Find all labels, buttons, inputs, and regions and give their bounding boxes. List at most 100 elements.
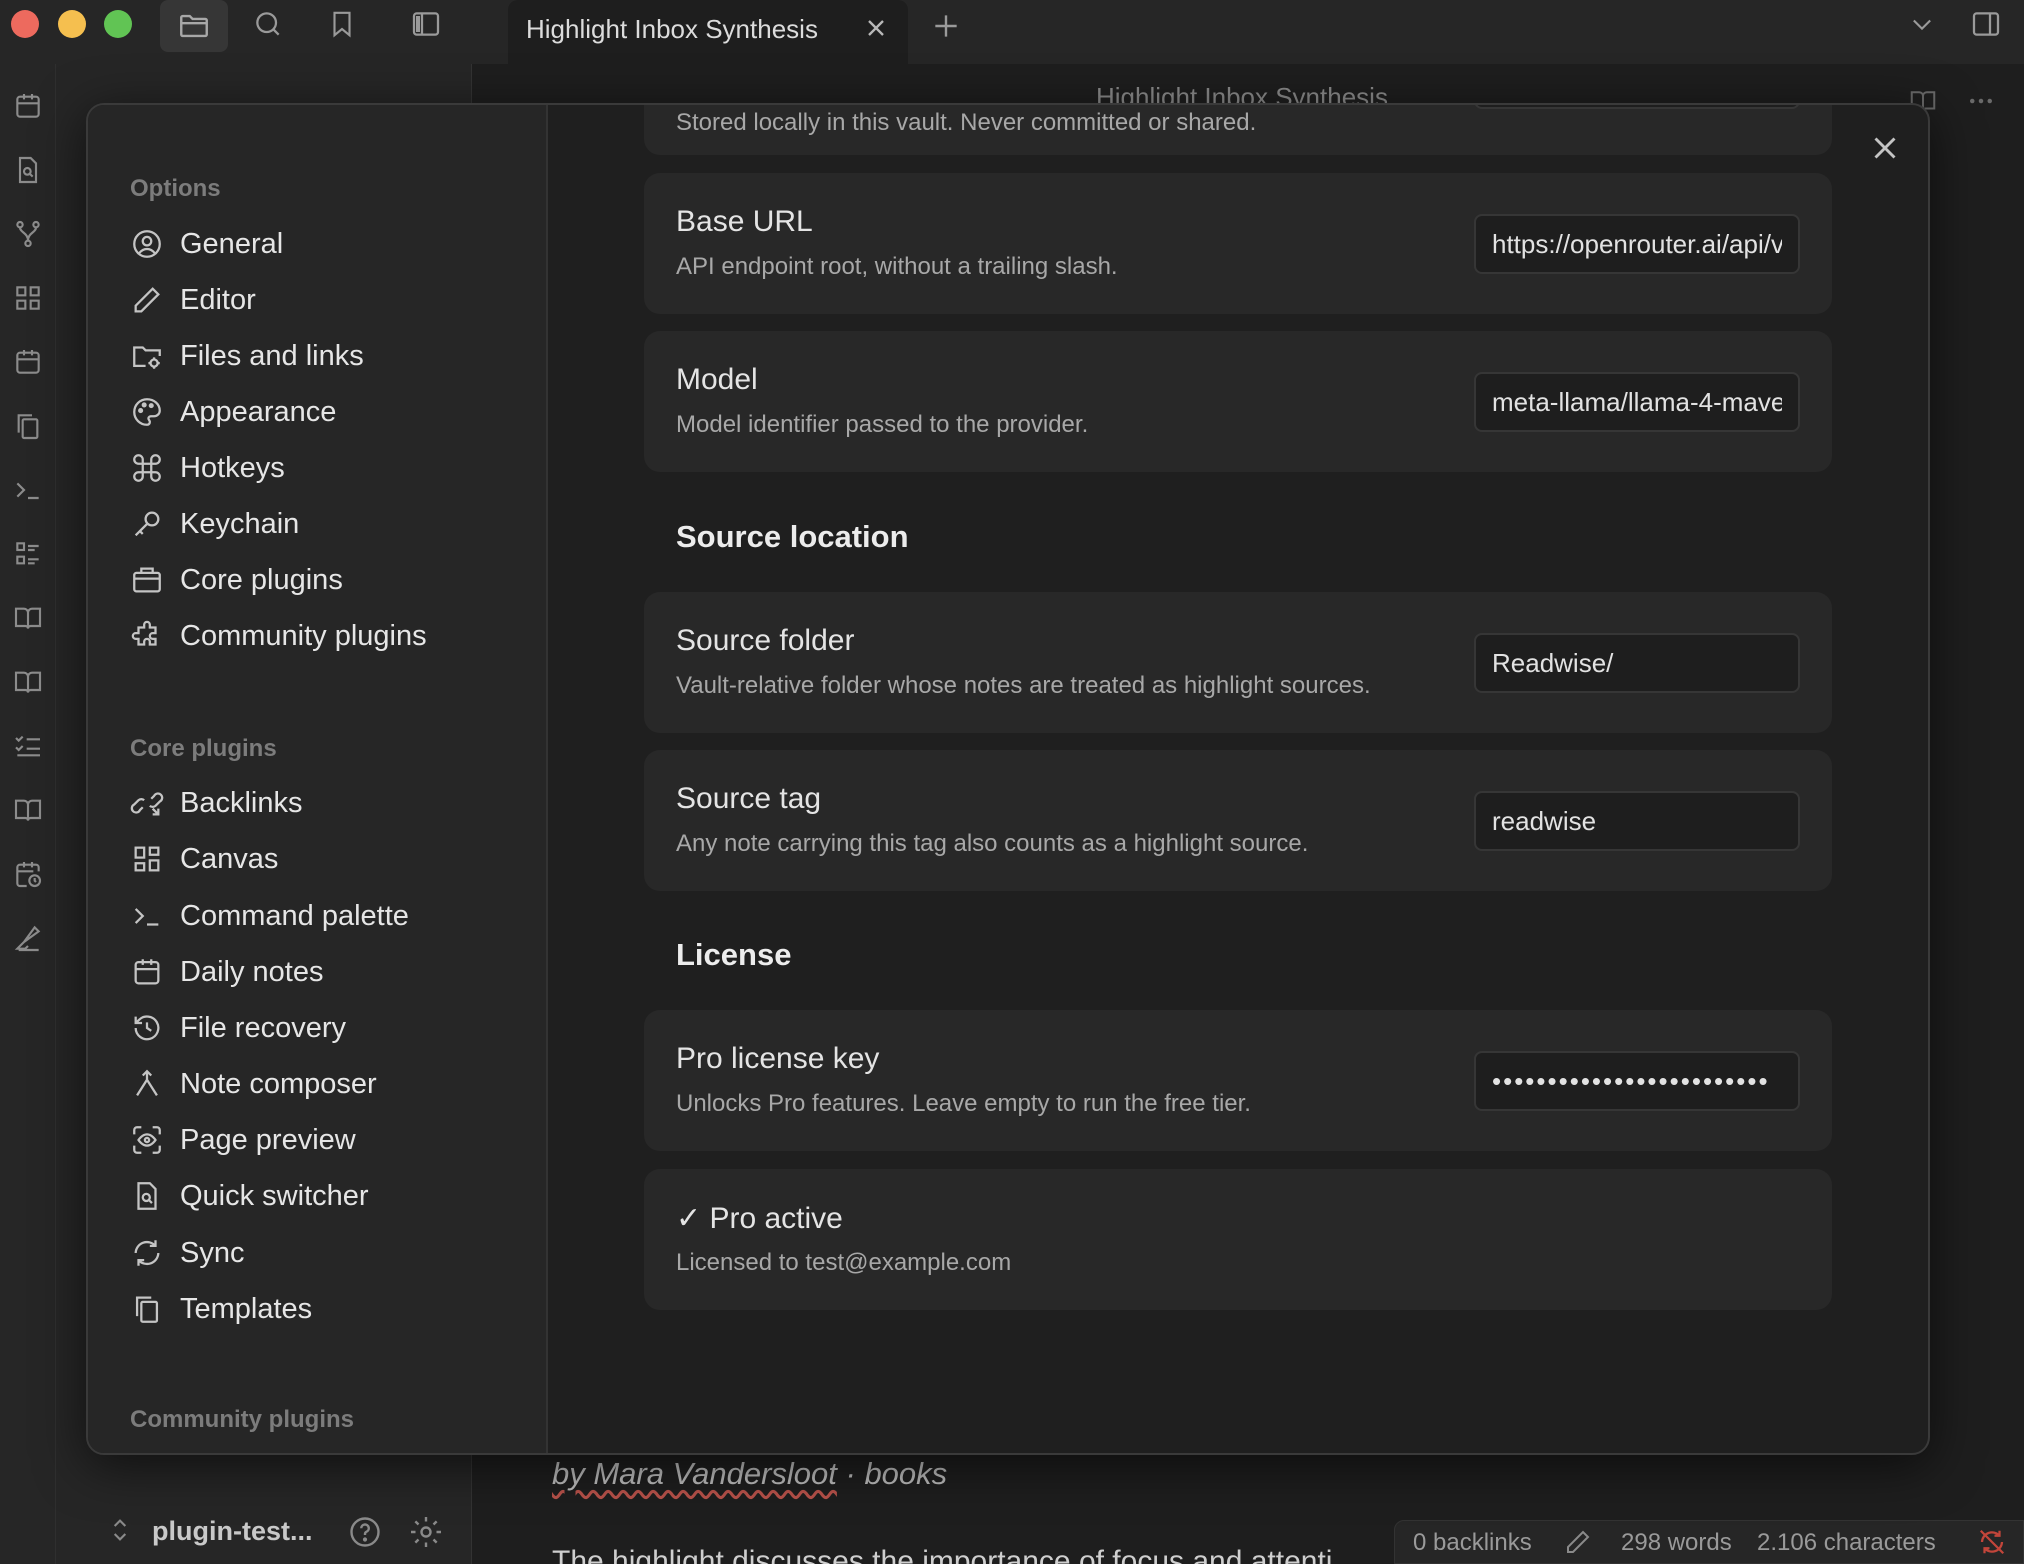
nav-label: Editor	[180, 283, 256, 316]
merge-icon	[130, 1067, 164, 1101]
nav-item-note-composer[interactable]: Note composer	[130, 1060, 510, 1108]
tab-title: Highlight Inbox Synthesis	[526, 14, 818, 44]
tab-highlight-inbox[interactable]: Highlight Inbox Synthesis	[508, 0, 908, 64]
nav-item-sync[interactable]: Sync	[130, 1229, 510, 1277]
terminal-icon[interactable]	[12, 474, 44, 506]
file-explorer-icon[interactable]	[160, 0, 228, 52]
window-maximize-button[interactable]	[104, 10, 132, 38]
nav-label: Sync	[180, 1236, 245, 1269]
calendar-icon	[130, 955, 164, 989]
nav-item-hotkeys[interactable]: Hotkeys	[130, 444, 510, 492]
nav-item-keychain[interactable]: Keychain	[130, 500, 510, 548]
history-icon	[130, 1011, 164, 1045]
palette-icon	[130, 395, 164, 429]
briefcase-icon	[130, 563, 164, 597]
nav-item-editor[interactable]: Editor	[130, 276, 510, 324]
pro-license-setting-card: Pro license key Unlocks Pro features. Le…	[644, 1010, 1832, 1151]
nav-item-backlinks[interactable]: Backlinks	[130, 779, 510, 827]
nav-item-file-recovery[interactable]: File recovery	[130, 1004, 510, 1052]
setting-description: Vault-relative folder whose notes are tr…	[676, 672, 1371, 699]
pro-license-key-input[interactable]	[1474, 1051, 1800, 1111]
sidebar-toggle-icon[interactable]	[406, 4, 446, 44]
highlighter-icon[interactable]	[12, 922, 44, 954]
plus-icon[interactable]	[930, 10, 962, 42]
search-icon[interactable]	[248, 4, 288, 44]
checklist-icon[interactable]	[12, 730, 44, 762]
nav-label: Command palette	[180, 899, 409, 932]
refresh-icon	[130, 1236, 164, 1270]
base-url-input[interactable]	[1474, 214, 1800, 274]
scan-eye-icon	[130, 1123, 164, 1157]
source-tag-input[interactable]	[1474, 791, 1800, 851]
calendar-clock-icon[interactable]	[12, 858, 44, 890]
window-close-button[interactable]	[11, 10, 39, 38]
puzzle-icon	[130, 619, 164, 653]
gear-icon[interactable]	[408, 1514, 444, 1550]
list-icon[interactable]	[12, 538, 44, 570]
nav-label: Hotkeys	[180, 451, 285, 484]
source-folder-input[interactable]	[1474, 633, 1800, 693]
title-bar: Highlight Inbox Synthesis	[0, 0, 2024, 64]
nav-item-page-preview[interactable]: Page preview	[130, 1116, 510, 1164]
right-sidebar-toggle-icon[interactable]	[1966, 4, 2006, 44]
nav-label: Files and links	[180, 339, 364, 372]
settings-nav: Options General Editor Files and links A…	[88, 105, 548, 1453]
bookmark-icon[interactable]	[322, 4, 362, 44]
backlinks-count[interactable]: 0 backlinks	[1413, 1529, 1532, 1557]
nav-item-files-and-links[interactable]: Files and links	[130, 332, 510, 380]
setting-name: Pro license key	[676, 1042, 880, 1075]
chevron-down-icon[interactable]	[1902, 4, 1942, 44]
nav-item-daily-notes[interactable]: Daily notes	[130, 948, 510, 996]
command-icon	[130, 451, 164, 485]
book-open-icon[interactable]	[12, 602, 44, 634]
status-bar: 0 backlinks 298 words 2.106 characters	[1394, 1520, 2024, 1564]
section-heading-license: License	[676, 937, 792, 972]
nav-label: Note composer	[180, 1067, 377, 1100]
pencil-icon	[130, 283, 164, 317]
nav-item-appearance[interactable]: Appearance	[130, 388, 510, 436]
copy-icon[interactable]	[12, 410, 44, 442]
more-options-icon[interactable]	[1966, 86, 1996, 116]
vault-switcher-icon[interactable]	[104, 1514, 136, 1546]
nav-item-templates[interactable]: Templates	[130, 1285, 510, 1333]
nav-item-general[interactable]: General	[130, 220, 510, 268]
note-body-text: The highlight discusses the importance o…	[552, 1545, 1333, 1564]
setting-name: Source folder	[676, 624, 855, 657]
api-key-input[interactable]	[1474, 105, 1800, 109]
nav-item-core-plugins[interactable]: Core plugins	[130, 556, 510, 604]
setting-description: Model identifier passed to the provider.	[676, 411, 1089, 438]
nav-item-quick-switcher[interactable]: Quick switcher	[130, 1172, 510, 1220]
sync-status-icon[interactable]	[1977, 1527, 2007, 1557]
file-search-icon[interactable]	[12, 154, 44, 186]
pro-status-card: ✓ Pro active Licensed to test@example.co…	[644, 1169, 1832, 1310]
calendar-icon[interactable]	[12, 90, 44, 122]
close-icon[interactable]	[862, 14, 890, 42]
terminal-icon	[130, 899, 164, 933]
pro-status-license-holder: Licensed to test@example.com	[676, 1249, 1012, 1276]
git-fork-icon[interactable]	[12, 218, 44, 250]
nav-label: Canvas	[180, 842, 279, 875]
pencil-icon[interactable]	[1563, 1527, 1593, 1557]
nav-label: Community plugins	[180, 619, 427, 652]
vault-name[interactable]: plugin-test...	[152, 1516, 312, 1547]
note-byline: by Mara Vandersloot · books	[552, 1456, 947, 1492]
book-open-icon[interactable]	[12, 666, 44, 698]
ribbon	[0, 64, 56, 1564]
settings-content: Stored locally in this vault. Never comm…	[548, 105, 1928, 1453]
nav-label: Keychain	[180, 507, 300, 540]
calendar-icon[interactable]	[12, 346, 44, 378]
nav-item-canvas[interactable]: Canvas	[130, 835, 510, 883]
nav-label: Templates	[180, 1292, 313, 1325]
help-icon[interactable]	[347, 1514, 383, 1550]
word-count: 298 words	[1621, 1529, 1732, 1556]
setting-description: Stored locally in this vault. Never comm…	[676, 109, 1257, 136]
nav-item-community-plugins[interactable]: Community plugins	[130, 612, 510, 660]
window-minimize-button[interactable]	[58, 10, 86, 38]
book-open-icon[interactable]	[12, 794, 44, 826]
nav-item-command-palette[interactable]: Command palette	[130, 892, 510, 940]
character-count: 2.106 characters	[1757, 1529, 1936, 1556]
model-input[interactable]	[1474, 372, 1800, 432]
nav-heading-community-plugins: Community plugins	[130, 1406, 354, 1433]
grid-icon[interactable]	[12, 282, 44, 314]
key-icon	[130, 507, 164, 541]
